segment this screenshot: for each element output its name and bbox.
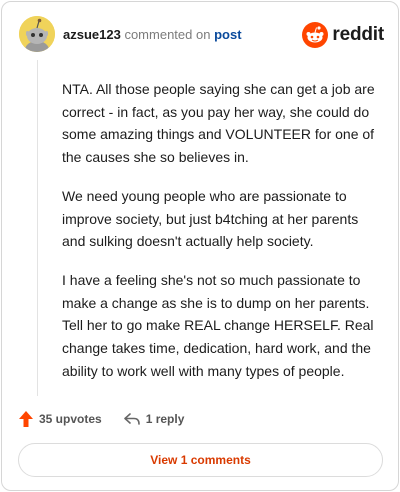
post-link[interactable]: post [214,27,241,42]
comment-actions: 35 upvotes 1 reply [19,411,184,427]
username[interactable]: azsue123 [63,27,121,42]
action-text: commented on [124,27,211,42]
avatar[interactable] [19,16,55,52]
reply-count: 1 reply [145,412,185,426]
reply-button[interactable]: 1 reply [123,412,185,426]
comment-body: NTA. All those people saying she can get… [62,78,380,398]
thread-line [37,60,38,396]
reply-arrow-icon [123,413,140,425]
upvote-count: 35 upvotes [39,412,102,426]
reddit-brand[interactable]: reddit [302,22,384,48]
comment-card: azsue123 commented on post reddit NTA. A… [1,1,399,491]
comment-header: azsue123 commented on post [63,27,242,43]
avatar-image [19,16,55,52]
comment-paragraph: NTA. All those people saying she can get… [62,81,375,166]
reddit-logo-icon [302,22,329,48]
brand-name: reddit [332,24,384,45]
upvote-arrow-icon [19,411,33,427]
view-comments-label: View 1 comments [150,453,251,467]
upvote-button[interactable]: 35 upvotes [19,411,102,427]
comment-paragraph: I have a feeling she's not so much passi… [62,271,374,379]
view-comments-button[interactable]: View 1 comments [18,443,383,477]
comment-paragraph: We need young people who are passionate … [62,187,359,250]
